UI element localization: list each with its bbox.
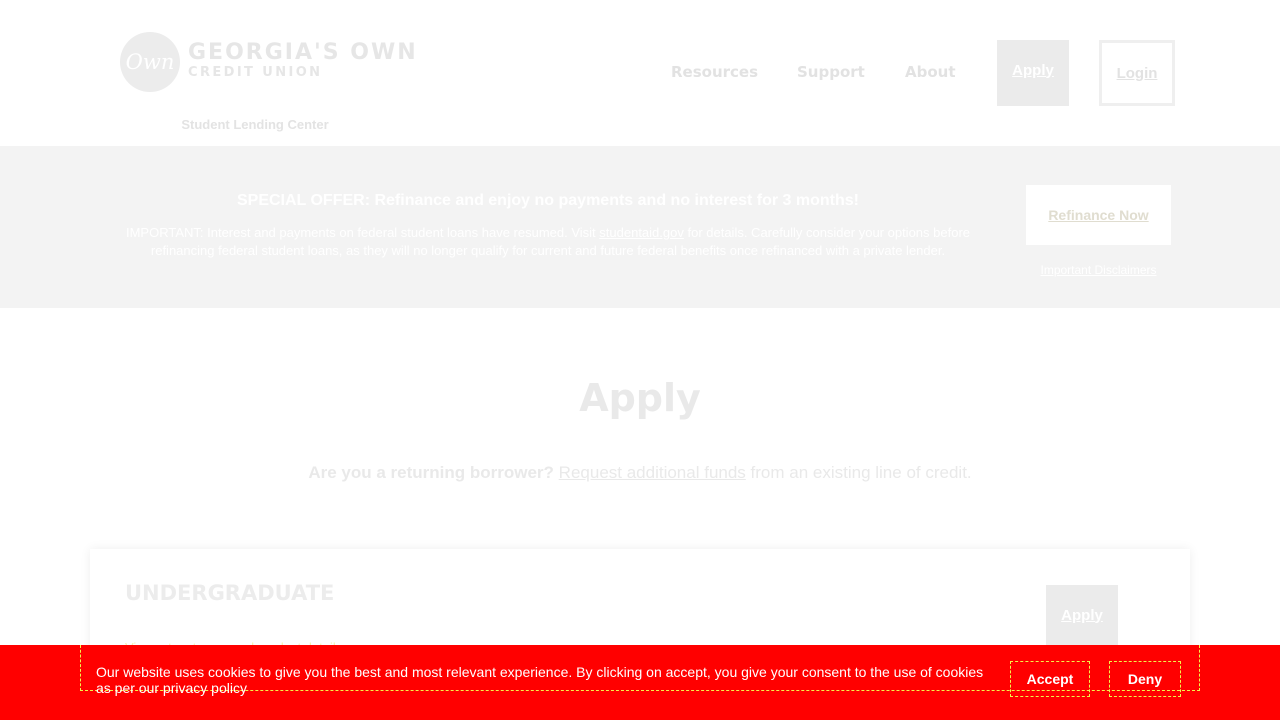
returning-borrower-rest: from an existing line of credit. (745, 463, 972, 482)
student-lending-center-label: Student Lending Center (181, 117, 329, 132)
banner-text-before: IMPORTANT: Interest and payments on fede… (125, 225, 600, 240)
header-apply-button[interactable]: Apply (997, 40, 1069, 106)
banner-notice: IMPORTANT: Interest and payments on fede… (106, 224, 990, 260)
nav-about[interactable]: About (905, 63, 956, 81)
studentaid-link[interactable]: studentaid.gov (599, 225, 684, 240)
nav-support[interactable]: Support (797, 63, 865, 81)
georgias-own-logo[interactable]: Own GEORGIA'S OWN CREDIT UNION (120, 32, 418, 92)
accept-cookies-button[interactable]: Accept (1010, 661, 1090, 697)
deny-cookies-button[interactable]: Deny (1109, 661, 1181, 697)
special-offer-banner: SPECIAL OFFER: Refinance and enjoy no pa… (0, 146, 1280, 308)
nav-resources[interactable]: Resources (671, 63, 758, 81)
logo-name: GEORGIA'S OWN (188, 40, 418, 65)
returning-borrower-question: Are you a returning borrower? (308, 463, 554, 482)
important-disclaimers-link[interactable]: Important Disclaimers (1026, 263, 1171, 277)
request-additional-funds-link[interactable]: Request additional funds (559, 463, 746, 482)
logo-badge: Own (120, 32, 180, 92)
refinance-now-button[interactable]: Refinance Now (1026, 185, 1171, 245)
page-title: Apply (579, 376, 701, 420)
returning-borrower-text: Are you a returning borrower? Request ad… (0, 463, 1280, 483)
site-header: Own GEORGIA'S OWN CREDIT UNION Student L… (0, 0, 1280, 146)
undergraduate-apply-button[interactable]: Apply (1046, 585, 1118, 645)
cookie-message: Our website uses cookies to give you the… (96, 664, 984, 696)
cookie-consent-bar: Our website uses cookies to give you the… (0, 645, 1280, 720)
banner-title: SPECIAL OFFER: Refinance and enjoy no pa… (236, 192, 859, 209)
logo-wordmark: GEORGIA'S OWN CREDIT UNION (188, 42, 418, 82)
card-title: UNDERGRADUATE (125, 581, 335, 605)
logo-subtitle: CREDIT UNION (188, 65, 323, 80)
login-button[interactable]: Login (1099, 40, 1175, 106)
